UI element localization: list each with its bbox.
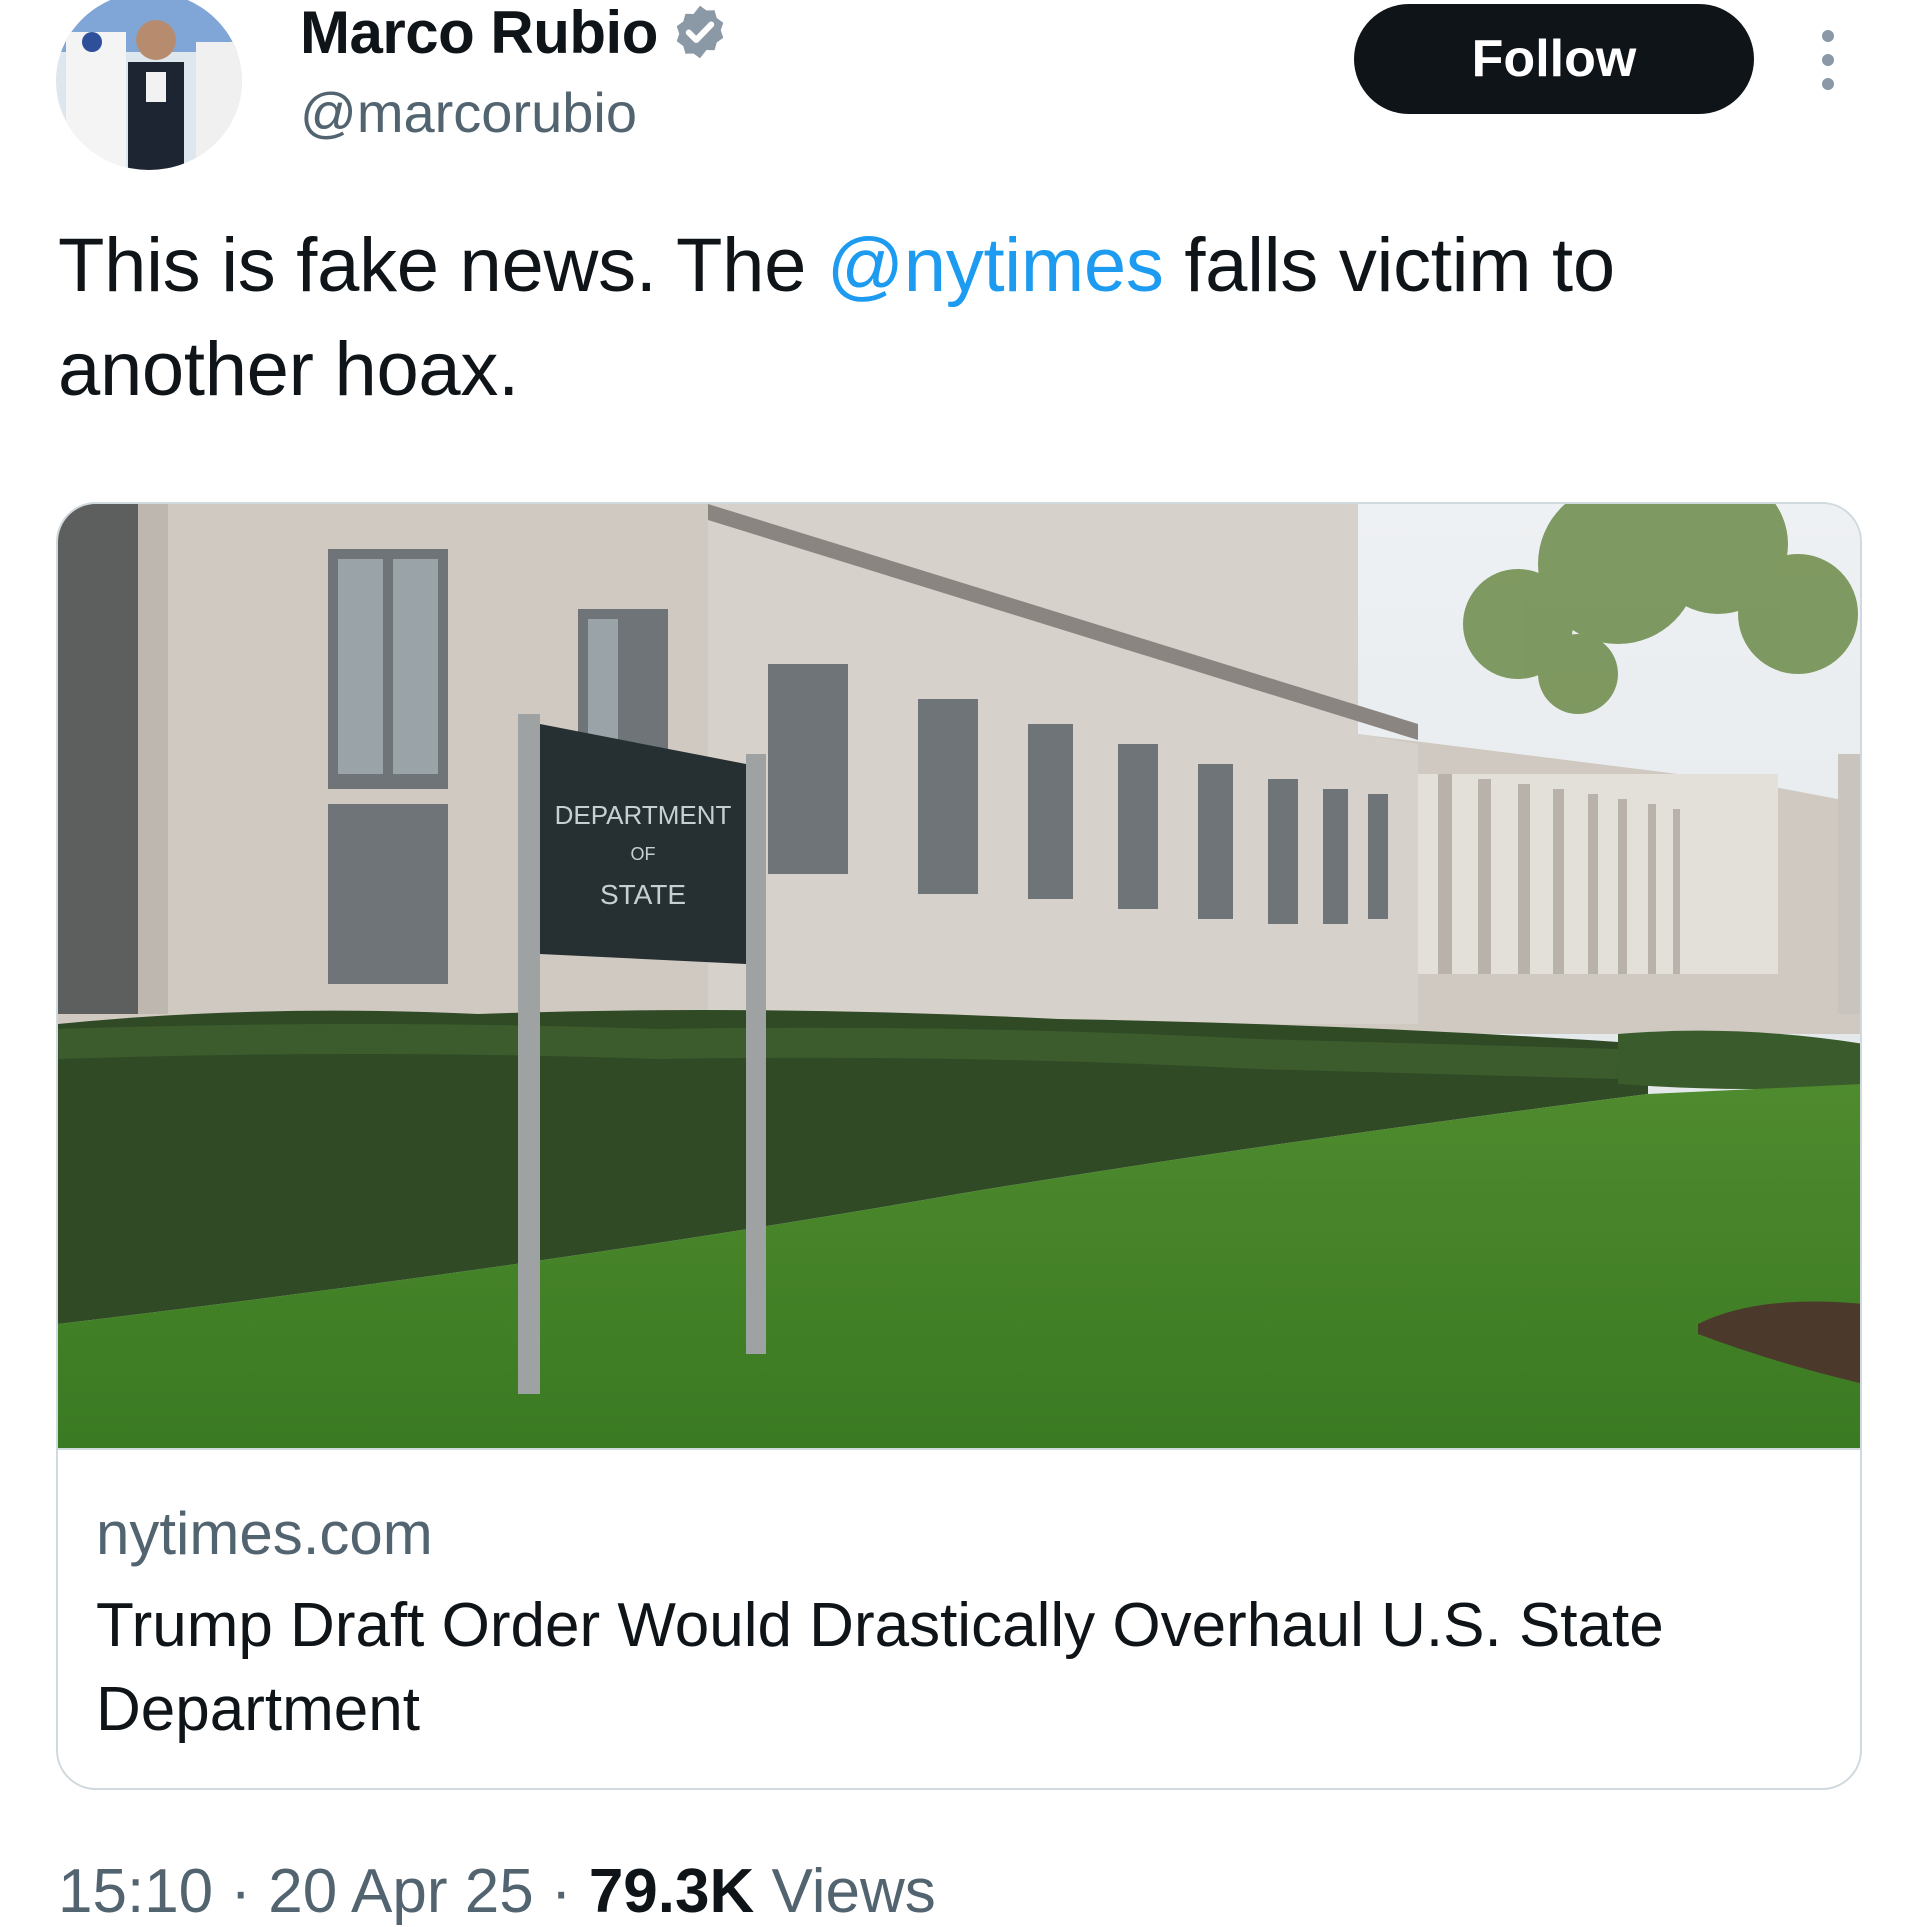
card-title[interactable]: Trump Draft Order Would Drastically Over… [96,1584,1856,1752]
card-image[interactable]: DEPARTMENT OF STATE [58,504,1860,1448]
tweet-text-start: This is fake news. The [58,223,827,308]
sign-text-mid: OF [631,844,656,864]
more-dot [1822,54,1834,66]
sign-text-top: DEPARTMENT [555,800,732,830]
verified-badge-icon [670,2,730,62]
tweet-text: This is fake news. The @nytimes falls vi… [58,214,1838,422]
user-handle[interactable]: @marcorubio [300,80,637,145]
more-dot [1822,78,1834,90]
display-name[interactable]: Marco Rubio [300,0,730,67]
tweet-date[interactable]: 20 Apr 25 [268,1857,533,1926]
follow-button[interactable]: Follow [1354,4,1754,114]
mention-link[interactable]: @nytimes [827,223,1164,308]
card-meta[interactable]: nytimes.com Trump Draft Order Would Dras… [58,1448,1860,1788]
display-name-text[interactable]: Marco Rubio [300,0,658,67]
meta-separator: · [533,1857,589,1926]
card-domain[interactable]: nytimes.com [96,1498,1822,1570]
more-options-icon[interactable] [1808,30,1848,90]
more-dot [1822,30,1834,42]
meta-separator: · [213,1857,269,1926]
sign-text-bottom: STATE [600,879,686,910]
tweet-time[interactable]: 15:10 [58,1857,213,1926]
link-preview-card[interactable]: DEPARTMENT OF STATE nytimes.com Trump Dr… [56,502,1862,1790]
views-count[interactable]: 79.3K [589,1857,754,1926]
avatar[interactable] [56,0,242,170]
tweet-meta: 15:10 · 20 Apr 25 · 79.3K Views [58,1856,936,1927]
views-label: Views [754,1857,936,1926]
